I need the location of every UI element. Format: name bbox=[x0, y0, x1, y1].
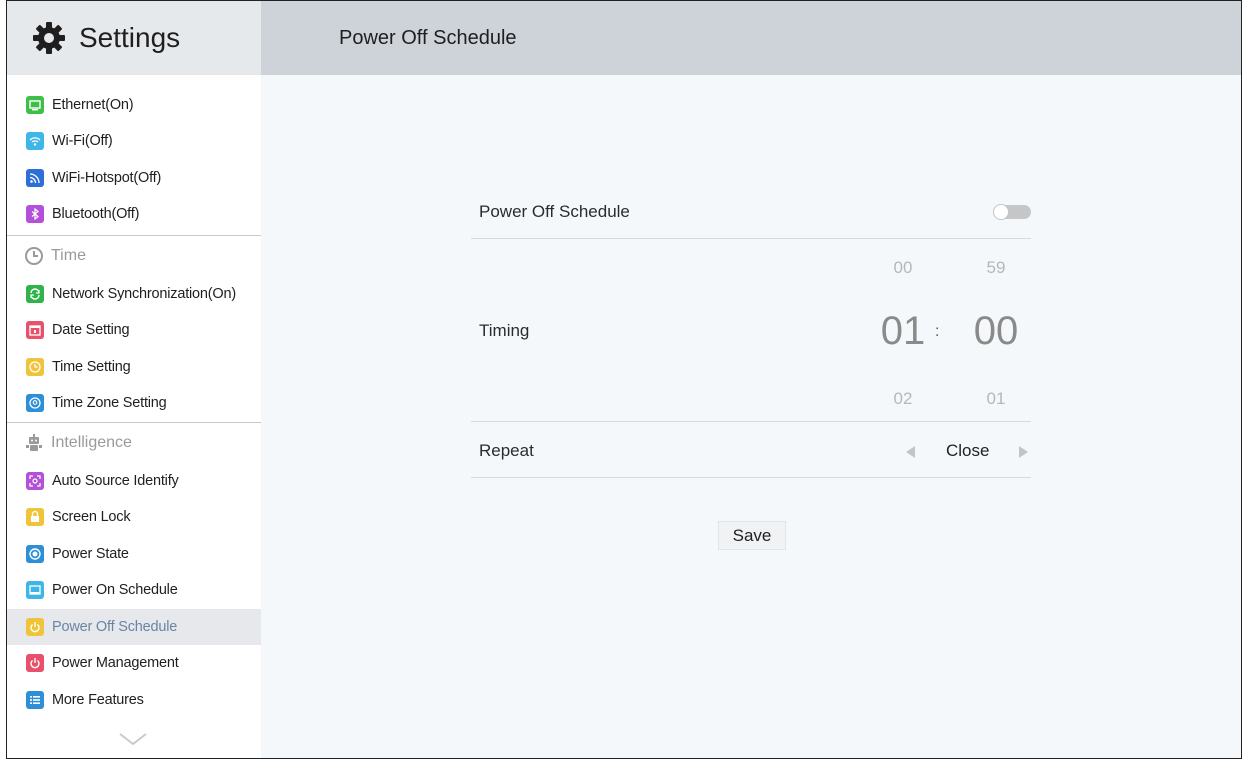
power-icon bbox=[26, 654, 44, 672]
sidebar-item-label: Wi-Fi(Off) bbox=[52, 133, 113, 149]
lock-icon bbox=[26, 508, 44, 526]
sidebar-item-label: Power On Schedule bbox=[52, 582, 178, 598]
sidebar-item-power-state[interactable]: Power State bbox=[7, 536, 261, 572]
sidebar: Ethernet(On) Wi-Fi(Off) WiFi-Hotspot(Off… bbox=[7, 75, 261, 758]
divider bbox=[7, 422, 261, 423]
toggle-knob bbox=[993, 204, 1009, 220]
chevron-down-icon[interactable] bbox=[117, 731, 149, 747]
app-header: Settings bbox=[7, 1, 261, 75]
gear-icon bbox=[33, 22, 65, 54]
page-header: Power Off Schedule bbox=[261, 1, 1241, 75]
power-off-schedule-label: Power Off Schedule bbox=[479, 202, 630, 221]
settings-window: Settings Power Off Schedule Ethernet(On)… bbox=[6, 0, 1242, 759]
sidebar-item-screen-lock[interactable]: Screen Lock bbox=[7, 499, 261, 535]
divider bbox=[471, 421, 1031, 422]
sidebar-item-label: Time Setting bbox=[52, 359, 131, 375]
clock-icon bbox=[25, 247, 43, 265]
hour-prev-value[interactable]: 00 bbox=[873, 258, 933, 278]
section-header-label: Time bbox=[51, 247, 86, 264]
sidebar-item-label: Bluetooth(Off) bbox=[52, 206, 140, 222]
sidebar-item-label: Date Setting bbox=[52, 322, 130, 338]
sidebar-item-label: Power Off Schedule bbox=[52, 619, 178, 635]
sidebar-item-label: Auto Source Identify bbox=[52, 473, 179, 489]
sidebar-item-label: More Features bbox=[52, 692, 144, 708]
sidebar-item-auto-source[interactable]: Auto Source Identify bbox=[7, 463, 261, 499]
divider bbox=[471, 477, 1031, 478]
list-icon bbox=[26, 691, 44, 709]
section-header-label: Intelligence bbox=[51, 434, 132, 451]
screen-icon bbox=[26, 581, 44, 599]
globe-icon bbox=[26, 394, 44, 412]
sidebar-item-ethernet[interactable]: Ethernet(On) bbox=[7, 87, 261, 123]
hotspot-icon bbox=[26, 169, 44, 187]
main-content: Power Off Schedule Timing 00 01 02 : 59 … bbox=[261, 75, 1241, 758]
divider bbox=[7, 235, 261, 236]
wifi-icon bbox=[26, 132, 44, 150]
minute-prev-value[interactable]: 59 bbox=[966, 258, 1026, 278]
sidebar-item-label: Ethernet(On) bbox=[52, 97, 134, 113]
sidebar-item-label: Time Zone Setting bbox=[52, 395, 167, 411]
time-separator: : bbox=[935, 323, 940, 340]
sidebar-item-power-management[interactable]: Power Management bbox=[7, 645, 261, 681]
power-off-schedule-toggle[interactable] bbox=[993, 204, 1031, 220]
sidebar-item-network-sync[interactable]: Network Synchronization(On) bbox=[7, 276, 261, 312]
hour-next-value[interactable]: 02 bbox=[873, 389, 933, 409]
sidebar-item-date-setting[interactable]: Date Setting bbox=[7, 312, 261, 348]
section-header-intelligence: Intelligence bbox=[7, 425, 261, 461]
section-header-time: Time bbox=[7, 238, 261, 274]
sidebar-item-label: Power Management bbox=[52, 655, 179, 671]
sidebar-item-wifi[interactable]: Wi-Fi(Off) bbox=[7, 123, 261, 159]
app-title: Settings bbox=[79, 22, 181, 53]
sidebar-item-time-zone[interactable]: Time Zone Setting bbox=[7, 385, 261, 421]
power-state-icon bbox=[26, 545, 44, 563]
monitor-icon bbox=[26, 96, 44, 114]
power-icon bbox=[26, 618, 44, 636]
sidebar-item-label: Power State bbox=[52, 546, 129, 562]
sidebar-item-power-off-schedule[interactable]: Power Off Schedule bbox=[7, 609, 261, 645]
repeat-next-arrow-icon[interactable] bbox=[1019, 446, 1028, 458]
scan-icon bbox=[26, 472, 44, 490]
sidebar-item-label: Network Synchronization(On) bbox=[52, 286, 236, 302]
hour-picker[interactable]: 01 bbox=[863, 309, 943, 354]
robot-icon bbox=[26, 434, 42, 451]
sidebar-item-power-on-schedule[interactable]: Power On Schedule bbox=[7, 572, 261, 608]
sidebar-item-label: Screen Lock bbox=[52, 509, 131, 525]
sync-icon bbox=[26, 285, 44, 303]
timing-label: Timing bbox=[479, 321, 530, 340]
sidebar-item-label: WiFi-Hotspot(Off) bbox=[52, 170, 162, 186]
sidebar-item-more-features[interactable]: More Features bbox=[7, 682, 261, 718]
save-button[interactable]: Save bbox=[718, 521, 786, 550]
page-title: Power Off Schedule bbox=[339, 26, 517, 49]
calendar-icon bbox=[26, 321, 44, 339]
clock-icon bbox=[26, 358, 44, 376]
sidebar-item-wifi-hotspot[interactable]: WiFi-Hotspot(Off) bbox=[7, 160, 261, 196]
minute-picker[interactable]: 00 bbox=[956, 309, 1036, 354]
sidebar-item-time-setting[interactable]: Time Setting bbox=[7, 349, 261, 385]
minute-next-value[interactable]: 01 bbox=[966, 389, 1026, 409]
repeat-value: Close bbox=[946, 441, 990, 460]
sidebar-item-bluetooth[interactable]: Bluetooth(Off) bbox=[7, 196, 261, 232]
repeat-label: Repeat bbox=[479, 441, 534, 460]
divider bbox=[471, 238, 1031, 239]
bluetooth-icon bbox=[26, 205, 44, 223]
repeat-prev-arrow-icon[interactable] bbox=[906, 446, 915, 458]
